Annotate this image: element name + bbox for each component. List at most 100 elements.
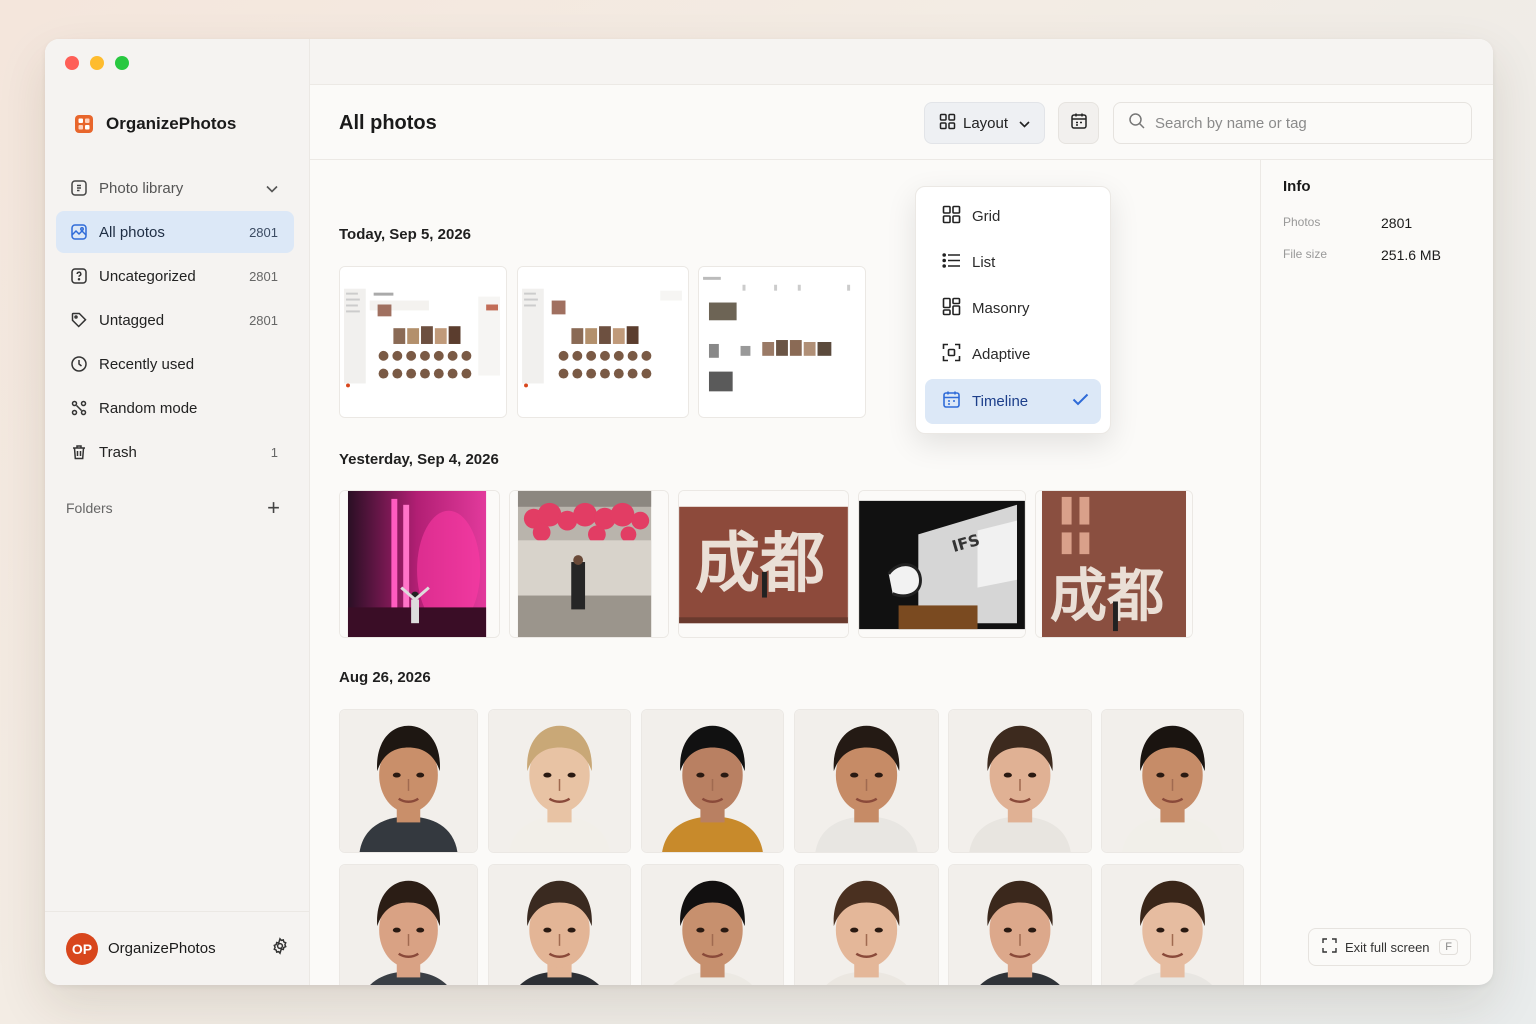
app-logo-icon	[75, 115, 93, 133]
layout-option-label: Grid	[972, 208, 1001, 225]
exit-full-screen-button[interactable]: Exit full screen F	[1308, 928, 1471, 966]
sidebar-item-uncategorized[interactable]: Uncategorized 2801	[56, 255, 294, 297]
layout-option-list[interactable]: List	[925, 240, 1101, 285]
photo-thumbnail[interactable]: IFS	[858, 490, 1026, 638]
close-window-button[interactable]	[65, 56, 79, 70]
layout-option-label: List	[972, 254, 996, 271]
page-title: All photos	[339, 112, 437, 134]
photo-thumbnail[interactable]	[1101, 864, 1244, 985]
photo-thumbnail[interactable]	[488, 864, 631, 985]
layout-option-timeline[interactable]: Timeline	[925, 379, 1101, 424]
photo-thumbnail[interactable]	[509, 490, 669, 638]
photo-thumbnail[interactable]	[339, 864, 478, 985]
search-icon	[1128, 112, 1146, 135]
masonry-icon	[942, 297, 961, 320]
sidebar-item-untagged[interactable]: Untagged 2801	[56, 299, 294, 341]
layout-label: Layout	[963, 114, 1009, 132]
info-row-photos: Photos 2801	[1283, 215, 1412, 231]
sidebar-item-trash[interactable]: Trash 1	[56, 431, 294, 473]
gear-icon[interactable]	[271, 937, 289, 960]
sidebar-item-all-photos[interactable]: All photos 2801	[56, 211, 294, 253]
window-controls	[65, 56, 129, 70]
avatar[interactable]: OP	[66, 932, 98, 965]
add-folder-button[interactable]: +	[267, 497, 280, 519]
sidebar-item-label: Random mode	[99, 399, 198, 417]
sidebar-footer: OP OrganizePhotos	[45, 911, 309, 985]
layout-option-label: Adaptive	[972, 346, 1031, 363]
check-icon	[1072, 393, 1089, 410]
calendar-icon	[942, 390, 961, 413]
sidebar-item-random-mode[interactable]: Random mode	[56, 387, 294, 429]
trash-icon	[69, 442, 89, 462]
main-area: All photos Layout Search by name or tag …	[310, 39, 1493, 985]
photo-thumbnail[interactable]	[1101, 709, 1244, 853]
search-input[interactable]	[1155, 114, 1455, 132]
titlebar	[310, 39, 1493, 85]
sidebar-item-label: Uncategorized	[99, 267, 196, 285]
sidebar-item-label: Trash	[99, 443, 137, 461]
photo-thumbnail[interactable]	[339, 266, 507, 418]
brand: OrganizePhotos	[72, 112, 236, 136]
photo-thumbnail[interactable]: 成都	[678, 490, 849, 638]
search-box[interactable]	[1113, 102, 1472, 144]
adaptive-icon	[942, 343, 961, 366]
calendar-icon	[1070, 112, 1088, 135]
app-window: OrganizePhotos Photo library All photos …	[45, 39, 1493, 985]
svg-text:成都: 成都	[1050, 562, 1164, 629]
layout-button[interactable]: Layout	[924, 102, 1045, 144]
uncategorized-icon	[69, 266, 89, 286]
photo-thumbnail[interactable]	[339, 490, 500, 638]
folders-label: Folders	[66, 500, 113, 516]
info-title: Info	[1283, 178, 1311, 195]
app-name: OrganizePhotos	[106, 114, 237, 133]
sidebar-item-photo-library[interactable]: Photo library	[56, 167, 294, 209]
chevron-down-icon	[1019, 115, 1030, 132]
sidebar: OrganizePhotos Photo library All photos …	[45, 39, 310, 985]
section-title: Today, Sep 5, 2026	[339, 226, 472, 243]
sidebar-item-recently-used[interactable]: Recently used	[56, 343, 294, 385]
layout-option-label: Masonry	[972, 300, 1030, 317]
section-title: Yesterday, Sep 4, 2026	[339, 451, 499, 468]
photo-thumbnail[interactable]	[948, 864, 1092, 985]
photo-thumbnail[interactable]	[794, 864, 939, 985]
account-name: OrganizePhotos	[108, 940, 216, 957]
zoom-window-button[interactable]	[115, 56, 129, 70]
photos-icon	[69, 222, 89, 242]
sidebar-item-label: Untagged	[99, 311, 165, 329]
info-value: 251.6 MB	[1381, 247, 1441, 263]
layout-option-adaptive[interactable]: Adaptive	[925, 332, 1101, 377]
sidebar-item-count: 2801	[249, 224, 278, 240]
svg-text:成都: 成都	[695, 526, 825, 602]
photo-thumbnail[interactable]	[339, 709, 478, 853]
library-icon	[69, 178, 89, 198]
photo-thumbnail[interactable]	[641, 709, 784, 853]
photo-thumbnail[interactable]	[517, 266, 689, 418]
photo-thumbnail[interactable]: 成都	[1035, 490, 1193, 638]
timeline-content: Today, Sep 5, 2026 Yesterday, Sep 4, 202…	[310, 160, 1260, 985]
calendar-button[interactable]	[1058, 102, 1099, 144]
chevron-down-icon[interactable]	[266, 180, 278, 197]
layout-option-masonry[interactable]: Masonry	[925, 286, 1101, 331]
grid-icon	[942, 205, 961, 228]
exit-full-screen-label: Exit full screen	[1345, 939, 1430, 955]
info-key: Photos	[1283, 215, 1321, 229]
layout-option-label: Timeline	[972, 393, 1029, 410]
layout-option-grid[interactable]: Grid	[925, 194, 1101, 239]
photo-thumbnail[interactable]	[641, 864, 784, 985]
sidebar-item-label: Photo library	[99, 179, 184, 197]
minimize-window-button[interactable]	[90, 56, 104, 70]
info-value: 2801	[1381, 215, 1413, 231]
sidebar-item-count: 1	[270, 444, 278, 460]
photo-thumbnail[interactable]	[488, 709, 631, 853]
photo-thumbnail[interactable]	[948, 709, 1092, 853]
photo-thumbnail[interactable]	[794, 709, 939, 853]
sidebar-item-count: 2801	[249, 268, 278, 284]
sidebar-item-count: 2801	[249, 312, 278, 328]
photo-thumbnail[interactable]	[698, 266, 866, 418]
info-row-file-size: File size 251.6 MB	[1283, 247, 1441, 263]
sidebar-item-label: Recently used	[99, 355, 195, 373]
tag-icon	[69, 310, 89, 330]
clock-icon	[69, 354, 89, 374]
sidebar-item-label: All photos	[99, 223, 165, 241]
info-key: File size	[1283, 247, 1328, 261]
